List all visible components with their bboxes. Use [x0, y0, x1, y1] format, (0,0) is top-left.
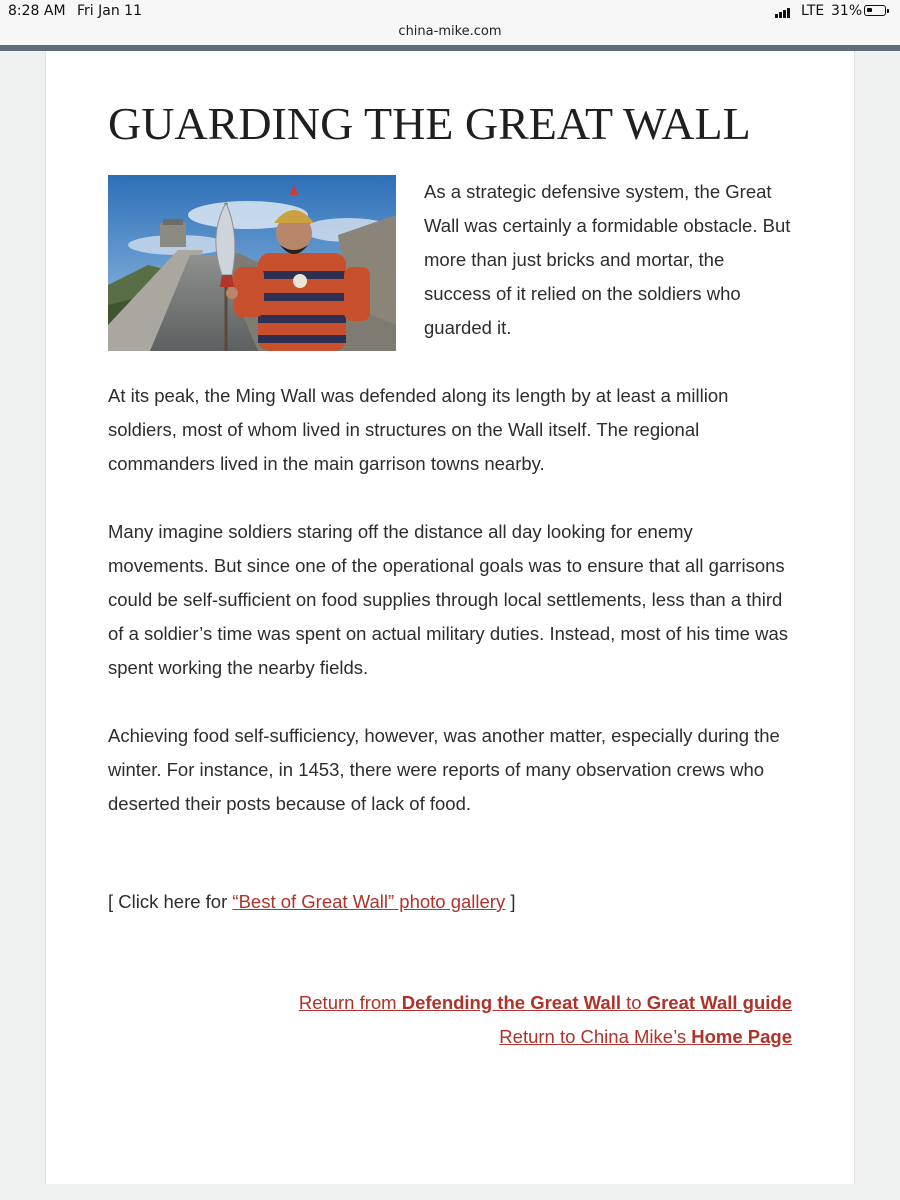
home-page-name: Home Page: [691, 1026, 792, 1047]
paragraph-3: Many imagine soldiers staring off the di…: [108, 521, 789, 678]
url-text[interactable]: china-mike.com: [398, 24, 501, 39]
return-from-text: Return from: [298, 992, 402, 1013]
great-wall-guide-name: Great Wall guide: [646, 992, 792, 1013]
return-to-text: to: [621, 992, 647, 1013]
battery-percent: 31%: [831, 3, 863, 19]
article-body: As a strategic defensive system, the Gre…: [108, 175, 792, 855]
signal-icon: [775, 6, 795, 18]
home-page-link[interactable]: Return to China Mike’s Home Page: [499, 1026, 792, 1047]
status-bar: 8:28 AM Fri Jan 11 LTE 31%: [0, 0, 900, 24]
current-page-name: Defending the Great Wall: [401, 992, 621, 1013]
paragraph-2: At its peak, the Ming Wall was defended …: [108, 385, 729, 474]
paragraph-4: Achieving food self-sufficiency, however…: [108, 725, 780, 814]
great-wall-guard-photo: [108, 175, 396, 351]
return-links: Return from Defending the Great Wall to …: [108, 986, 792, 1054]
status-time: 8:28 AM: [8, 3, 66, 19]
page-title: GUARDING THE GREAT WALL: [108, 98, 751, 149]
status-date: Fri Jan 11: [77, 3, 142, 19]
gallery-prompt: [ Click here for “Best of Great Wall” ph…: [108, 885, 792, 919]
return-home-text: Return to China Mike’s: [499, 1026, 692, 1047]
battery-icon: [864, 5, 889, 16]
photo-gallery-link[interactable]: “Best of Great Wall” photo gallery: [232, 891, 505, 912]
gallery-suffix: ]: [505, 891, 516, 912]
address-bar[interactable]: china-mike.com: [0, 24, 900, 45]
return-to-guide-link[interactable]: Return from Defending the Great Wall to …: [299, 992, 792, 1013]
network-label: LTE: [801, 3, 825, 19]
gallery-prefix: [ Click here for: [108, 891, 233, 912]
